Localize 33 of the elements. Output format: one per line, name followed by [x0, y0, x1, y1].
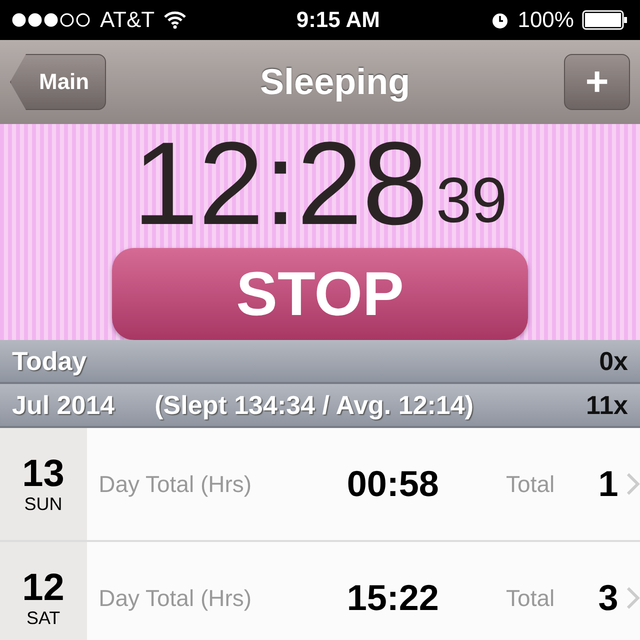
total-count: 3 [597, 577, 618, 619]
total-label: Total [506, 584, 556, 612]
total-count: 1 [597, 463, 618, 505]
day-row[interactable]: 12 SAT Day Total (Hrs) 15:22 Total 3 [0, 542, 640, 640]
stop-button[interactable]: STOP [112, 248, 528, 340]
day-row[interactable]: 13 SUN Day Total (Hrs) 00:58 Total 1 [0, 428, 640, 542]
day-number: 13 [22, 454, 64, 494]
battery-icon [582, 10, 628, 30]
day-total-label: Day Total (Hrs) [98, 584, 253, 612]
screen-title: Sleeping [260, 61, 410, 103]
section-count: 11x [586, 390, 628, 420]
timer-seconds: 39 [436, 163, 508, 238]
signal-icon [12, 13, 92, 27]
total-label: Total [506, 470, 556, 498]
add-button[interactable]: + [564, 54, 630, 110]
section-count: 0x [599, 346, 628, 376]
day-total-value: 15:22 [346, 577, 440, 619]
section-title: Today [12, 346, 87, 376]
section-title: Jul 2014 [12, 390, 115, 420]
section-summary: (Slept 134:34 / Avg. 12:14) [154, 390, 474, 420]
status-time: 9:15 AM [296, 7, 380, 33]
day-total-value: 00:58 [346, 463, 440, 505]
back-button[interactable]: Main [10, 54, 106, 110]
carrier-name: AT&T [100, 7, 155, 33]
timer-hours-minutes: 12:28 [132, 128, 428, 240]
chevron-icon [626, 586, 640, 610]
day-number: 12 [22, 568, 64, 608]
day-total-label: Day Total (Hrs) [98, 470, 253, 498]
weekday: SUN [24, 494, 62, 514]
weekday: SAT [26, 608, 60, 628]
chevron-icon [626, 472, 640, 496]
wifi-icon [162, 11, 187, 29]
battery-percent: 100% [518, 7, 574, 33]
